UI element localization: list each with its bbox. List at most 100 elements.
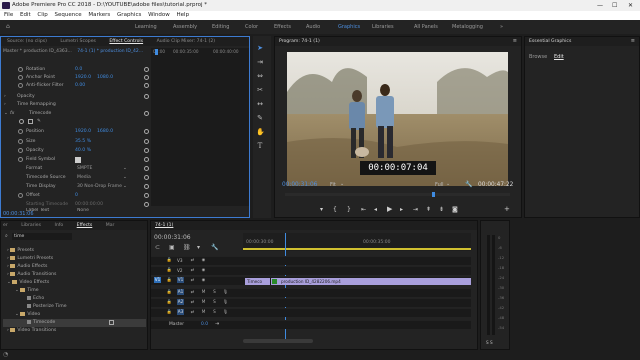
panel-menu-icon[interactable]: ≡ bbox=[513, 38, 517, 44]
settings-wrench-icon[interactable]: 🔧 bbox=[465, 181, 472, 188]
workspace-learning[interactable]: Learning bbox=[135, 20, 157, 34]
menu-edit[interactable]: Edit bbox=[20, 12, 31, 18]
go-to-in-icon[interactable]: ⇤ bbox=[361, 206, 366, 213]
lift-icon[interactable]: ⇞ bbox=[426, 206, 431, 213]
meter-solo-buttons[interactable]: S S bbox=[486, 340, 493, 345]
rectangle-mask-icon[interactable] bbox=[28, 119, 33, 124]
lock-icon[interactable]: 🔒 bbox=[166, 309, 173, 315]
type-tool-icon[interactable]: T bbox=[256, 142, 264, 150]
workspace-graphics[interactable]: Graphics bbox=[338, 20, 360, 34]
work-area-bar[interactable] bbox=[243, 248, 471, 250]
mute-icon[interactable]: M bbox=[200, 289, 207, 295]
workspace-assembly[interactable]: Assembly bbox=[173, 20, 197, 34]
ec-row-size[interactable]: Size 35.5 % bbox=[1, 138, 151, 146]
solo-icon[interactable]: S bbox=[211, 289, 218, 295]
pen-mask-icon[interactable]: ✎ bbox=[37, 118, 41, 126]
lock-icon[interactable]: 🔒 bbox=[166, 257, 173, 263]
reset-icon[interactable] bbox=[144, 139, 149, 144]
microphone-icon[interactable]: 🎙 bbox=[222, 299, 229, 305]
pen-tool-icon[interactable]: ✎ bbox=[256, 114, 264, 122]
track-target-a1[interactable]: A1 bbox=[177, 289, 184, 295]
minimize-button[interactable]: — bbox=[597, 0, 603, 11]
nest-icon[interactable]: ▣ bbox=[169, 244, 175, 251]
effects-item-lumetri-presets[interactable]: › Lumetri Presets bbox=[3, 255, 146, 263]
menu-file[interactable]: File bbox=[4, 12, 13, 18]
menu-sequence[interactable]: Sequence bbox=[55, 12, 82, 18]
ripple-edit-tool-icon[interactable]: ⇔ bbox=[256, 72, 264, 80]
tab-sequence[interactable]: 74-1 (1) bbox=[155, 223, 173, 228]
effects-item-posterize-time[interactable]: Posterize Time bbox=[3, 303, 146, 311]
reset-icon[interactable] bbox=[144, 94, 149, 99]
effects-item-audio-transitions[interactable]: › Audio Transitions bbox=[3, 271, 146, 279]
timeline-clip-timecode[interactable]: Timeco bbox=[245, 278, 270, 285]
go-to-out-icon[interactable]: ⇥ bbox=[413, 206, 418, 213]
timeline-clip-video[interactable]: production ID_4282206.mp4 bbox=[271, 278, 471, 285]
play-button[interactable]: ▶ bbox=[387, 205, 392, 213]
lock-icon[interactable]: 🔒 bbox=[166, 277, 173, 283]
ec-row-timecode-effect[interactable]: ⌄ fx Timecode bbox=[1, 110, 151, 118]
sync-lock-icon[interactable]: ⇄ bbox=[189, 289, 196, 295]
reset-icon[interactable] bbox=[144, 184, 149, 189]
ec-row-rotation[interactable]: Rotation 0.0 bbox=[1, 66, 151, 74]
effects-search-input[interactable]: time bbox=[12, 233, 72, 240]
ec-row-opacity[interactable]: › Opacity bbox=[1, 93, 151, 101]
zoom-dropdown[interactable]: Fit bbox=[330, 182, 336, 188]
microphone-icon[interactable]: 🎙 bbox=[222, 289, 229, 295]
reset-icon[interactable] bbox=[144, 111, 149, 116]
tab-edit[interactable]: Edit bbox=[554, 54, 564, 60]
quality-dropdown[interactable]: Full bbox=[435, 182, 444, 188]
stopwatch-icon[interactable] bbox=[18, 67, 23, 72]
wrench-icon[interactable]: 🔧 bbox=[211, 244, 218, 251]
ec-row-position[interactable]: Position 1920.0 1680.0 bbox=[1, 128, 151, 136]
ec-playhead[interactable] bbox=[155, 49, 158, 55]
reset-icon[interactable] bbox=[144, 83, 149, 88]
track-select-tool-icon[interactable]: ⇥ bbox=[256, 58, 264, 66]
ec-row-anchor-point[interactable]: Anchor Point 1920.0 1080.0 bbox=[1, 74, 151, 82]
track-target-a3[interactable]: A3 bbox=[177, 309, 184, 315]
timeline-timecode[interactable]: 00:00:31:06 bbox=[154, 234, 191, 241]
step-forward-icon[interactable]: ▸ bbox=[400, 206, 403, 213]
reset-icon[interactable] bbox=[144, 193, 149, 198]
tab-info[interactable]: Info bbox=[55, 223, 64, 228]
extract-icon[interactable]: ⇟ bbox=[439, 206, 444, 213]
tab-source[interactable]: Source: (no clips) bbox=[7, 39, 47, 44]
step-back-icon[interactable]: ◂ bbox=[374, 206, 377, 213]
reset-icon[interactable] bbox=[144, 129, 149, 134]
ec-row-field-symbol[interactable]: Field Symbol bbox=[1, 156, 151, 164]
sync-lock-icon[interactable]: ⇄ bbox=[189, 309, 196, 315]
ec-row-timecode-opacity[interactable]: Opacity 40.0 % bbox=[1, 147, 151, 155]
ec-row-time-display[interactable]: Time Display 30 Non-Drop Frame ⌄ bbox=[1, 183, 151, 191]
sync-lock-icon[interactable]: ⇄ bbox=[189, 267, 196, 273]
workspace-all-panels[interactable]: All Panels bbox=[414, 20, 438, 34]
lock-icon[interactable]: 🔒 bbox=[166, 267, 173, 273]
timeline-scrollbar[interactable] bbox=[243, 339, 313, 343]
menu-graphics[interactable]: Graphics bbox=[117, 12, 141, 18]
add-marker-icon[interactable]: ▾ bbox=[197, 244, 200, 251]
menu-help[interactable]: Help bbox=[177, 12, 190, 18]
tab-effect-controls[interactable]: Effect Controls bbox=[109, 39, 143, 44]
maximize-button[interactable]: ☐ bbox=[612, 0, 617, 11]
eye-icon[interactable]: ◉ bbox=[200, 267, 207, 273]
ec-keyframe-area[interactable] bbox=[151, 56, 249, 206]
ec-row-anti-flicker[interactable]: Anti-flicker Filter 0.00 bbox=[1, 82, 151, 90]
tab-lumetri-scopes[interactable]: Lumetri Scopes bbox=[60, 39, 96, 44]
solo-icon[interactable]: S bbox=[211, 309, 218, 315]
export-frame-icon[interactable]: ◙ bbox=[452, 206, 458, 213]
sync-lock-icon[interactable]: ⇄ bbox=[189, 257, 196, 263]
reset-icon[interactable] bbox=[144, 148, 149, 153]
effects-item-timecode[interactable]: Timecode bbox=[3, 319, 146, 327]
effects-item-presets[interactable]: › Presets bbox=[3, 247, 146, 255]
ec-row-timecode-source[interactable]: Timecode Source Media ⌄ bbox=[1, 174, 151, 182]
menu-clip[interactable]: Clip bbox=[37, 12, 47, 18]
tab-browse[interactable]: Browse bbox=[529, 54, 547, 60]
hand-tool-icon[interactable]: ✋ bbox=[256, 128, 265, 136]
stopwatch-icon[interactable] bbox=[18, 75, 23, 80]
add-button-icon[interactable]: + bbox=[504, 205, 510, 213]
stopwatch-icon[interactable] bbox=[18, 157, 23, 162]
program-current-timecode[interactable]: 00:00:31:06 bbox=[282, 182, 317, 188]
eye-icon[interactable]: ◉ bbox=[200, 277, 207, 283]
snap-icon[interactable]: ⊂ bbox=[155, 244, 160, 251]
program-playhead[interactable] bbox=[432, 192, 435, 197]
workspace-libraries[interactable]: Libraries bbox=[372, 20, 394, 34]
timeline-ruler[interactable]: 00:00:30:00 00:00:35:00 bbox=[243, 233, 471, 251]
